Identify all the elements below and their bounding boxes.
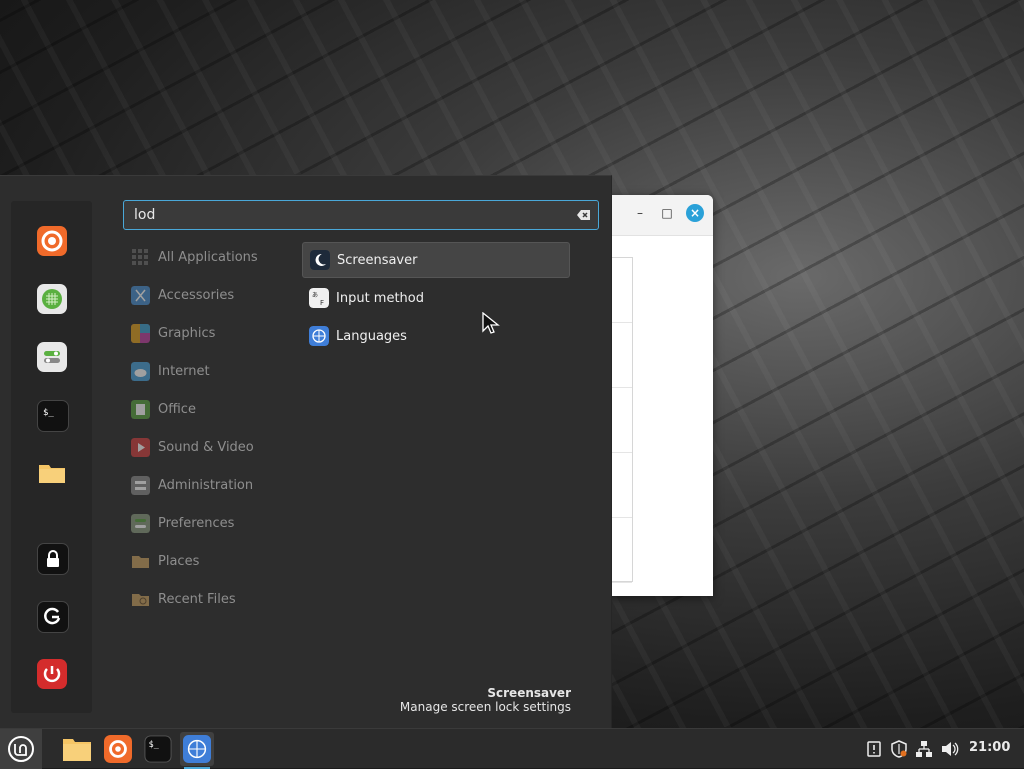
category-label: Internet: [158, 363, 210, 379]
taskbar: $_ 21:00: [0, 728, 1024, 769]
category-preferences[interactable]: Preferences: [131, 508, 301, 538]
category-accessories[interactable]: Accessories: [131, 280, 301, 310]
category-administration[interactable]: Administration: [131, 470, 301, 500]
close-button[interactable]: ×: [686, 204, 704, 222]
mint-menu-button[interactable]: [0, 729, 42, 769]
category-label: Preferences: [158, 515, 235, 531]
taskbar-firefox-button[interactable]: [101, 732, 135, 766]
category-label: Places: [158, 553, 200, 569]
window-content: [612, 257, 633, 583]
volume-icon[interactable]: [940, 739, 960, 759]
folder-icon: [63, 739, 91, 761]
result-input-method[interactable]: あF Input method: [302, 280, 570, 316]
maximize-button[interactable]: □: [658, 204, 676, 222]
firefox-icon[interactable]: [37, 226, 67, 256]
taskbar-languages-button[interactable]: [180, 732, 214, 769]
network-icon[interactable]: [914, 739, 934, 759]
svg-text:あ: あ: [312, 292, 318, 299]
application-menu: $_ All Applications Accessories: [0, 175, 612, 729]
system-settings-icon[interactable]: [37, 342, 67, 372]
result-screensaver[interactable]: Screensaver: [302, 242, 570, 278]
svg-text:F: F: [320, 299, 324, 307]
favorites-sidebar: $_: [11, 201, 92, 713]
description-title: Screensaver: [487, 686, 571, 700]
play-icon: [131, 437, 150, 457]
folder-icon: [132, 555, 149, 568]
svg-text:$_: $_: [149, 739, 160, 749]
category-office[interactable]: Office: [131, 394, 301, 424]
taskbar-files-button[interactable]: [60, 732, 94, 766]
result-languages[interactable]: Languages: [302, 318, 570, 354]
clock[interactable]: 21:00: [969, 740, 1010, 755]
palette-icon: [131, 323, 150, 343]
software-manager-icon[interactable]: [37, 284, 67, 314]
result-label: Screensaver: [337, 252, 418, 268]
taskbar-terminal-button[interactable]: $_: [141, 732, 175, 766]
category-label: Recent Files: [158, 591, 236, 607]
shield-icon[interactable]: [889, 739, 909, 759]
category-graphics[interactable]: Graphics: [131, 318, 301, 348]
category-recent-files[interactable]: Recent Files: [131, 584, 301, 614]
grid-icon: [132, 248, 148, 265]
mouse-cursor-icon: [482, 312, 500, 334]
preferences-icon: [131, 513, 150, 533]
firefox-icon: [104, 735, 132, 763]
cloud-icon: [131, 361, 150, 381]
category-label: Accessories: [158, 287, 235, 303]
category-all-applications[interactable]: All Applications: [131, 242, 301, 272]
globe-icon: [309, 326, 329, 346]
description-subtitle: Manage screen lock settings: [399, 700, 571, 714]
svg-text:$_: $_: [43, 408, 54, 418]
moon-icon: [310, 250, 330, 270]
globe-icon: [183, 735, 211, 763]
category-sound-video[interactable]: Sound & Video: [131, 432, 301, 462]
scissors-icon: [131, 285, 150, 305]
power-icon[interactable]: [37, 659, 67, 689]
category-internet[interactable]: Internet: [131, 356, 301, 386]
logout-icon[interactable]: [37, 601, 69, 633]
office-icon: [131, 399, 150, 419]
lock-screen-icon[interactable]: [37, 543, 69, 575]
minimize-button[interactable]: –: [631, 204, 649, 222]
mint-logo-icon: [8, 736, 34, 762]
category-places[interactable]: Places: [131, 546, 301, 576]
category-label: All Applications: [158, 249, 258, 265]
keyboard-icon: あF: [309, 288, 329, 308]
notification-icon[interactable]: [864, 739, 884, 759]
recent-folder-icon: [132, 593, 149, 606]
search-box[interactable]: [123, 200, 599, 230]
category-label: Office: [158, 401, 196, 417]
terminal-icon[interactable]: $_: [37, 400, 69, 432]
result-label: Languages: [336, 328, 407, 344]
selection-description: Screensaver Manage screen lock settings: [400, 686, 571, 714]
files-folder-icon[interactable]: [37, 458, 67, 488]
admin-icon: [131, 475, 150, 495]
category-label: Graphics: [158, 325, 216, 341]
clear-search-icon[interactable]: [576, 207, 592, 223]
category-label: Administration: [158, 477, 254, 493]
result-label: Input method: [336, 290, 424, 306]
search-input[interactable]: [124, 201, 564, 229]
terminal-icon: $_: [144, 735, 172, 763]
category-label: Sound & Video: [158, 439, 254, 455]
